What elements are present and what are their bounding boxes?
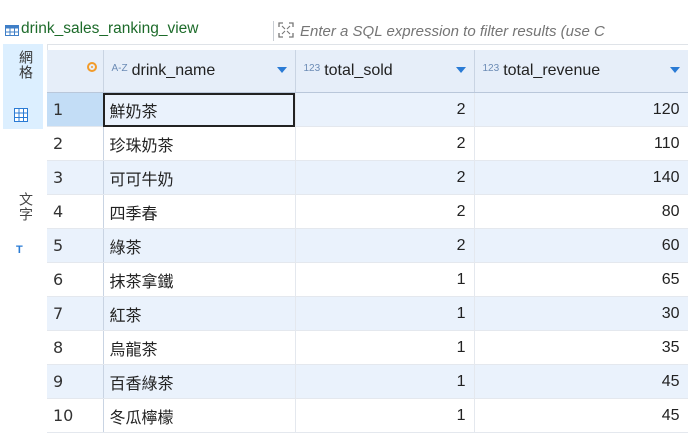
total-sold-cell[interactable]: 2 — [295, 126, 475, 161]
drink-name-cell[interactable]: 烏龍茶 — [103, 330, 296, 365]
text-view-tab[interactable]: 文字 — [15, 192, 35, 222]
total-revenue-cell[interactable]: 35 — [474, 330, 688, 365]
table-view-icon — [5, 25, 19, 36]
total-sold-cell[interactable]: 1 — [295, 296, 475, 331]
drink-name-cell[interactable]: 四季春 — [103, 194, 296, 229]
number-type-icon: 123 — [303, 62, 321, 74]
total-sold-cell[interactable]: 2 — [295, 228, 475, 263]
column-label: total_sold — [324, 62, 393, 79]
table-row[interactable]: 4 四季春 2 80 — [47, 194, 688, 229]
results-toolbar: drink_sales_ranking_view — [0, 0, 688, 45]
total-revenue-cell[interactable]: 45 — [474, 364, 688, 399]
text-icon: T — [16, 244, 23, 256]
drink-name-cell[interactable]: 冬瓜檸檬 — [103, 398, 296, 433]
row-number[interactable]: 7 — [47, 296, 104, 331]
view-name-label: drink_sales_ranking_view — [21, 20, 199, 37]
toolbar-separator — [273, 21, 274, 41]
total-revenue-cell[interactable]: 60 — [474, 228, 688, 263]
column-label: total_revenue — [503, 62, 601, 79]
table-row[interactable]: 6 抹茶拿鐵 1 65 — [47, 262, 688, 297]
drink-name-cell[interactable]: 珍珠奶茶 — [103, 126, 296, 161]
row-number[interactable]: 8 — [47, 330, 104, 365]
total-revenue-cell[interactable]: 45 — [474, 398, 688, 433]
drink-name-cell[interactable]: 紅茶 — [103, 296, 296, 331]
row-number[interactable]: 6 — [47, 262, 104, 297]
drink-name-cell[interactable]: 鮮奶茶 — [103, 92, 296, 127]
total-revenue-cell[interactable]: 120 — [474, 92, 688, 127]
column-header-total-revenue[interactable]: 123 total_revenue — [474, 50, 688, 93]
grid-icon — [14, 108, 28, 122]
results-grid: A-Z drink_name 123 total_sold 123 total_… — [47, 50, 688, 433]
grid-tab-label: 網格 — [17, 50, 33, 80]
column-label: drink_name — [131, 62, 216, 79]
total-sold-cell[interactable]: 1 — [295, 364, 475, 399]
text-type-icon: A-Z — [111, 62, 128, 74]
row-number-header[interactable] — [47, 50, 104, 93]
sort-arrow-icon[interactable] — [669, 67, 680, 73]
total-revenue-cell[interactable]: 110 — [474, 126, 688, 161]
total-sold-cell[interactable]: 1 — [295, 330, 475, 365]
column-header-drink-name[interactable]: A-Z drink_name — [103, 50, 296, 93]
drink-name-cell[interactable]: 抹茶拿鐵 — [103, 262, 296, 297]
table-row[interactable]: 8 烏龍茶 1 35 — [47, 330, 688, 365]
sort-arrow-icon[interactable] — [455, 67, 466, 73]
row-number[interactable]: 5 — [47, 228, 104, 263]
number-type-icon: 123 — [482, 62, 500, 74]
table-row[interactable]: 9 百香綠茶 1 45 — [47, 364, 688, 399]
total-revenue-cell[interactable]: 80 — [474, 194, 688, 229]
total-revenue-cell[interactable]: 65 — [474, 262, 688, 297]
drink-name-cell[interactable]: 百香綠茶 — [103, 364, 296, 399]
side-panel: 網格 文字 T — [0, 44, 48, 428]
table-row[interactable]: 1 鮮奶茶 2 120 — [47, 92, 688, 127]
drink-name-cell[interactable]: 綠茶 — [103, 228, 296, 263]
row-number[interactable]: 10 — [47, 398, 104, 433]
row-number[interactable]: 2 — [47, 126, 104, 161]
total-sold-cell[interactable]: 2 — [295, 194, 475, 229]
row-number[interactable]: 1 — [47, 92, 104, 127]
table-row[interactable]: 10 冬瓜檸檬 1 45 — [47, 398, 688, 433]
grid-view-tab[interactable]: 網格 — [3, 44, 43, 129]
sql-filter-input[interactable] — [300, 20, 688, 42]
total-sold-cell[interactable]: 1 — [295, 262, 475, 297]
total-revenue-cell[interactable]: 30 — [474, 296, 688, 331]
expand-filter-icon[interactable] — [278, 22, 294, 38]
total-sold-cell[interactable]: 2 — [295, 92, 475, 127]
header-row: A-Z drink_name 123 total_sold 123 total_… — [47, 50, 688, 93]
drink-name-cell[interactable]: 可可牛奶 — [103, 160, 296, 195]
select-all-icon[interactable] — [87, 62, 97, 72]
table-row[interactable]: 3 可可牛奶 2 140 — [47, 160, 688, 195]
table-row[interactable]: 7 紅茶 1 30 — [47, 296, 688, 331]
row-number[interactable]: 3 — [47, 160, 104, 195]
sort-arrow-icon[interactable] — [276, 67, 287, 73]
total-sold-cell[interactable]: 2 — [295, 160, 475, 195]
column-header-total-sold[interactable]: 123 total_sold — [295, 50, 475, 93]
total-revenue-cell[interactable]: 140 — [474, 160, 688, 195]
row-number[interactable]: 4 — [47, 194, 104, 229]
row-number[interactable]: 9 — [47, 364, 104, 399]
total-sold-cell[interactable]: 1 — [295, 398, 475, 433]
table-row[interactable]: 2 珍珠奶茶 2 110 — [47, 126, 688, 161]
table-row[interactable]: 5 綠茶 2 60 — [47, 228, 688, 263]
